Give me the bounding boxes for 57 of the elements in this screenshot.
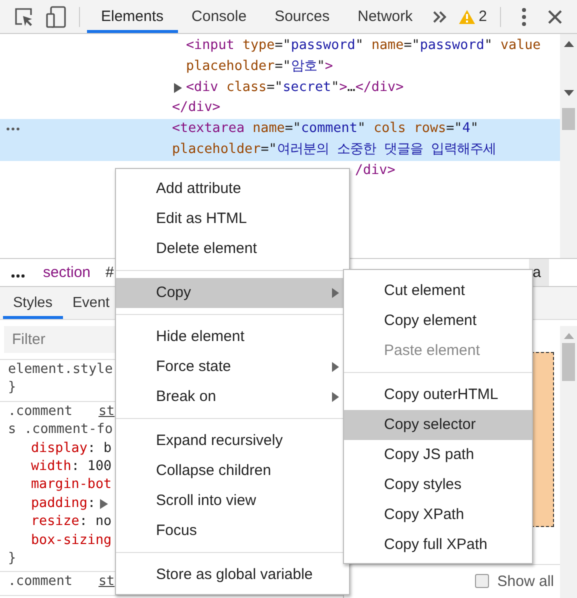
menu-item[interactable]: Store as global variable [116,560,349,590]
code-line: /div> [355,162,396,180]
breadcrumb-item[interactable]: section [43,264,91,281]
source-link[interactable]: st [98,573,115,592]
scroll-thumb[interactable] [562,108,575,130]
css-selector: s .comment-fo [8,421,113,440]
css-selector: element.style [8,361,113,379]
chevrons-icon[interactable] [432,10,447,22]
panel-tab[interactable]: Network [344,0,427,33]
submenu-arrow-icon [332,288,339,298]
menu-item[interactable]: Copy element [344,306,532,336]
menu-item[interactable]: Copy XPath [344,500,532,530]
code-line: <textarea name="comment" cols rows="4" [172,120,478,138]
menu-item[interactable]: Add attribute [116,174,349,204]
menu-item[interactable]: Copy JS path [344,440,532,470]
panel-tab[interactable]: Console [178,0,261,33]
css-declaration: display: b [31,440,112,458]
sidebar-tab[interactable]: Styles [3,287,62,319]
code-line: <input type="password" name="password" value [186,37,541,55]
code-line: placeholder="여러분의 소중한 댓글을 입력해주세 [172,140,496,159]
code-line: placeholder="암호"> [186,58,333,76]
menu-item[interactable]: Delete element [116,234,349,264]
warning-count[interactable]: 2 [478,8,487,25]
submenu-arrow-icon [332,392,339,402]
close-icon[interactable] [548,10,562,24]
expand-triangle-icon[interactable] [174,82,182,93]
inspect-icon[interactable] [14,6,34,26]
menu-item[interactable]: Copy full XPath [344,530,532,560]
scroll-up-icon[interactable] [564,41,574,47]
device-icon[interactable] [46,6,66,28]
code-line: </div> [172,99,220,118]
css-selector: .comment [8,402,72,421]
css-selector: .comment [8,573,72,592]
menu-icon[interactable] [522,8,526,26]
scrollbar[interactable] [560,34,577,258]
expand-triangle-icon[interactable] [100,498,108,509]
submenu-arrow-icon [332,362,339,372]
more-icon[interactable] [6,127,20,132]
css-declaration: width: 100 [31,458,112,476]
css-declaration: padding: [31,494,96,513]
show-all-checkbox[interactable]: Show all [475,572,554,590]
scroll-thumb[interactable] [562,343,575,381]
closing-brace: } [8,379,16,398]
css-declaration: margin-bot [31,476,112,494]
ellipsis-icon[interactable] [11,274,25,278]
breadcrumb-item[interactable]: # [106,264,114,281]
css-declaration: box-sizing [31,532,112,550]
scrollbar[interactable] [560,326,577,598]
css-declaration: resize: no [31,513,112,532]
code-line: <div class="secret">…</div> [186,78,404,97]
menu-item[interactable]: Copy selector [344,410,532,440]
panel-tab[interactable]: Sources [260,0,344,33]
menu-item[interactable]: Edit as HTML [116,204,349,234]
source-link[interactable]: st [98,402,115,422]
panel-tab[interactable]: Elements [87,0,178,33]
menu-item[interactable]: Copy styles [344,470,532,500]
closing-brace: } [8,550,16,568]
